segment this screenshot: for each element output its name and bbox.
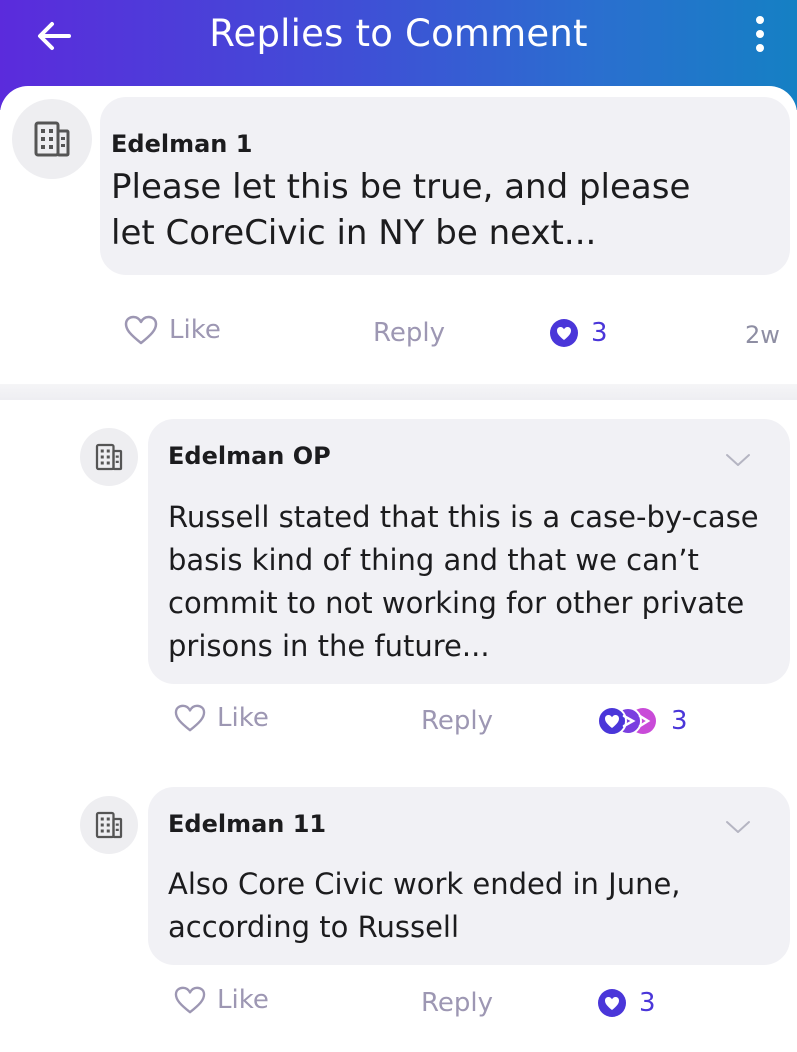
- like-label: Like: [169, 315, 221, 345]
- reaction-count: 3: [639, 988, 656, 1018]
- reply-text-line: Also Core Civic work ended in June,: [168, 867, 681, 901]
- page-title: Replies to Comment: [209, 12, 588, 55]
- comment-text-line: Please let this be true, and please: [111, 167, 691, 207]
- avatar[interactable]: [80, 796, 138, 854]
- like-button[interactable]: Like: [173, 985, 269, 1015]
- more-options-button[interactable]: [745, 12, 775, 56]
- reply-text-line: prisons in the future...: [168, 629, 490, 663]
- like-button[interactable]: Like: [123, 314, 221, 346]
- chevron-down-icon[interactable]: [723, 817, 753, 837]
- building-icon: [34, 121, 70, 157]
- section-divider: [0, 384, 797, 400]
- reaction-count: 3: [671, 706, 688, 736]
- reply-author[interactable]: Edelman 11: [168, 810, 326, 838]
- reply-button[interactable]: Reply: [421, 988, 493, 1018]
- reply-label: Reply: [421, 706, 494, 736]
- avatar[interactable]: [80, 428, 138, 486]
- heart-filled-icon: [598, 989, 626, 1017]
- avatar[interactable]: [12, 99, 92, 179]
- reply-text: Also Core Civic work ended in June, acco…: [168, 863, 681, 949]
- reply-text-line: according to Russell: [168, 910, 460, 944]
- heart-filled-icon: [550, 319, 578, 347]
- reply-button[interactable]: Reply: [421, 706, 493, 736]
- reply-author[interactable]: Edelman OP: [168, 442, 331, 470]
- heart-outline-icon: [174, 704, 206, 732]
- chevron-down-icon[interactable]: [723, 450, 753, 470]
- reply-label: Reply: [373, 318, 446, 348]
- reply-text-line: commit to not working for other private: [168, 586, 745, 620]
- building-icon: [95, 811, 123, 839]
- reaction-count: 3: [591, 318, 608, 348]
- reactions-button[interactable]: 3: [597, 706, 688, 736]
- comment-author[interactable]: Edelman 1: [111, 130, 252, 158]
- reactions-button[interactable]: 3: [597, 988, 656, 1018]
- like-button[interactable]: Like: [173, 703, 269, 733]
- like-label: Like: [217, 703, 269, 733]
- reply-text-line: Russell stated that this is a case-by-ca…: [168, 500, 759, 534]
- timestamp: 2w: [745, 321, 780, 349]
- reactions-button[interactable]: 3: [549, 318, 608, 348]
- reply-label: Reply: [421, 988, 494, 1018]
- comment-text: Please let this be true, and please let …: [111, 164, 690, 256]
- reply-text: Russell stated that this is a case-by-ca…: [168, 496, 759, 668]
- building-icon: [95, 443, 123, 471]
- more-vertical-icon: [756, 16, 764, 24]
- comment-text-line: let CoreCivic in NY be next...: [111, 213, 597, 253]
- reply-text-line: basis kind of thing and that we can’t: [168, 543, 699, 577]
- reaction-stack-icon: [597, 706, 656, 736]
- heart-outline-icon: [174, 986, 206, 1014]
- reply-button[interactable]: Reply: [373, 318, 445, 348]
- like-label: Like: [217, 985, 269, 1015]
- heart-outline-icon: [124, 315, 158, 345]
